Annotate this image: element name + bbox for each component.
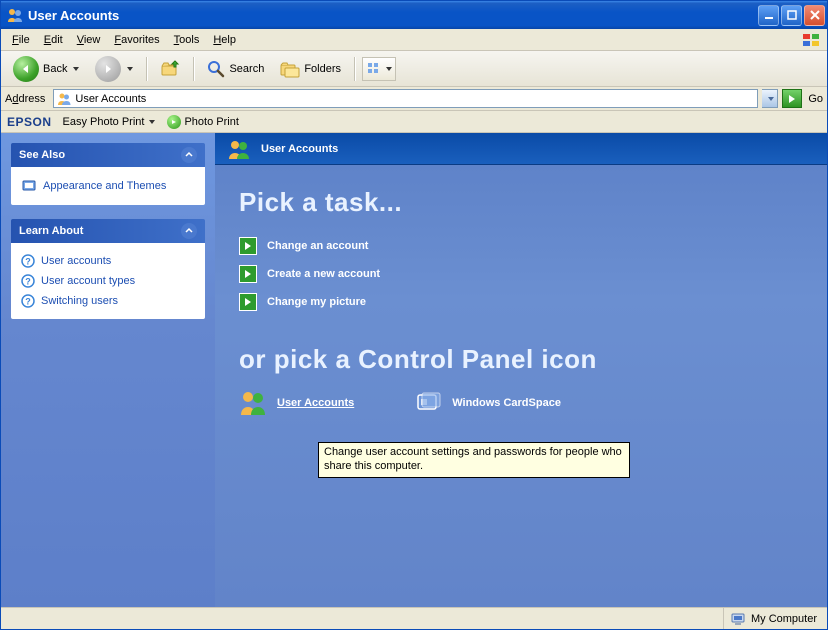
menu-tools[interactable]: Tools	[167, 32, 207, 48]
epson-toolbar: EPSON Easy Photo Print Photo Print	[1, 111, 827, 133]
pick-task-heading: Pick a task...	[239, 187, 803, 218]
learn-about-title: Learn About	[19, 225, 83, 237]
menu-help[interactable]: Help	[206, 32, 243, 48]
go-button[interactable]	[782, 89, 802, 108]
collapse-icon	[181, 223, 197, 239]
sidebar: See Also Appearance and Themes Learn Abo…	[1, 133, 215, 607]
cp-user-accounts[interactable]: User Accounts	[239, 389, 354, 417]
task-label: Change an account	[267, 240, 368, 252]
user-accounts-icon	[239, 389, 267, 417]
main-header: User Accounts	[215, 133, 827, 165]
task-label: Change my picture	[267, 296, 366, 308]
menubar: File Edit View Favorites Tools Help	[1, 29, 827, 51]
help-icon: ?	[21, 294, 35, 308]
search-icon	[207, 60, 225, 78]
go-label: Go	[808, 93, 823, 105]
menu-view[interactable]: View	[70, 32, 108, 48]
minimize-button[interactable]	[758, 5, 779, 26]
task-change-account[interactable]: Change an account	[239, 232, 803, 260]
search-label: Search	[229, 63, 264, 75]
my-computer-icon	[730, 611, 746, 627]
or-pick-heading: or pick a Control Panel icon	[239, 344, 803, 375]
back-label: Back	[43, 63, 67, 75]
address-label: Address	[5, 93, 45, 105]
collapse-icon	[181, 147, 197, 163]
address-icon	[57, 92, 71, 106]
up-button[interactable]	[154, 56, 186, 82]
windows-flag-icon	[801, 32, 823, 48]
see-also-panel: See Also Appearance and Themes	[11, 143, 205, 205]
folders-button[interactable]: Folders	[274, 56, 347, 82]
learn-link-label: User account types	[41, 275, 135, 287]
cp-item-label: Windows CardSpace	[452, 397, 561, 409]
folder-up-icon	[160, 60, 180, 78]
arrow-icon	[239, 265, 257, 283]
learn-user-accounts[interactable]: ? User accounts	[21, 251, 195, 271]
easy-photo-label: Easy Photo Print	[63, 116, 145, 128]
menu-edit[interactable]: Edit	[37, 32, 70, 48]
views-caret	[386, 67, 392, 71]
address-value: User Accounts	[75, 93, 146, 105]
appearance-themes-label: Appearance and Themes	[43, 180, 166, 192]
help-icon: ?	[21, 254, 35, 268]
appearance-icon	[21, 178, 37, 194]
back-icon	[13, 56, 39, 82]
learn-user-account-types[interactable]: ? User account types	[21, 271, 195, 291]
toolbar: Back Search Folders	[1, 51, 827, 87]
forward-dropdown-caret[interactable]	[127, 67, 133, 71]
task-change-picture[interactable]: Change my picture	[239, 288, 803, 316]
task-create-account[interactable]: Create a new account	[239, 260, 803, 288]
cp-windows-cardspace[interactable]: Windows CardSpace	[414, 389, 561, 417]
back-button[interactable]: Back	[7, 52, 85, 86]
learn-switching-users[interactable]: ? Switching users	[21, 291, 195, 311]
task-label: Create a new account	[267, 268, 380, 280]
svg-text:?: ?	[25, 297, 31, 307]
content-row: See Also Appearance and Themes Learn Abo…	[1, 133, 827, 607]
forward-icon	[95, 56, 121, 82]
easy-photo-print-button[interactable]: Easy Photo Print	[58, 114, 161, 130]
learn-link-label: Switching users	[41, 295, 118, 307]
addressbar: Address User Accounts Go	[1, 87, 827, 111]
appearance-themes-link[interactable]: Appearance and Themes	[21, 175, 195, 197]
maximize-button[interactable]	[781, 5, 802, 26]
window-frame: User Accounts File Edit View Favorites T…	[0, 0, 828, 630]
learn-about-header[interactable]: Learn About	[11, 219, 205, 243]
back-dropdown-caret[interactable]	[73, 67, 79, 71]
help-icon: ?	[21, 274, 35, 288]
status-location: My Computer	[751, 613, 817, 625]
close-button[interactable]	[804, 5, 825, 26]
window-title: User Accounts	[28, 8, 119, 23]
learn-link-label: User accounts	[41, 255, 111, 267]
learn-about-panel: Learn About ? User accounts ? User accou…	[11, 219, 205, 319]
tooltip: Change user account settings and passwor…	[318, 442, 630, 478]
menu-file[interactable]: File	[5, 32, 37, 48]
views-button[interactable]	[362, 57, 396, 81]
user-accounts-icon	[7, 7, 23, 23]
folders-icon	[280, 60, 300, 78]
search-button[interactable]: Search	[201, 56, 270, 82]
forward-button[interactable]	[89, 52, 139, 86]
see-also-title: See Also	[19, 149, 65, 161]
address-dropdown[interactable]	[762, 89, 778, 108]
titlebar: User Accounts	[1, 1, 827, 29]
photo-print-label: Photo Print	[184, 116, 238, 128]
views-icon	[367, 62, 381, 76]
main-panel: User Accounts Pick a task... Change an a…	[215, 133, 827, 607]
folders-label: Folders	[304, 63, 341, 75]
epson-logo: EPSON	[7, 115, 52, 129]
address-field[interactable]: User Accounts	[53, 89, 758, 108]
svg-text:?: ?	[25, 277, 31, 287]
photo-print-icon	[167, 115, 181, 129]
main-header-title: User Accounts	[261, 143, 338, 155]
see-also-header[interactable]: See Also	[11, 143, 205, 167]
photo-print-button[interactable]: Photo Print	[162, 113, 243, 131]
arrow-icon	[239, 237, 257, 255]
arrow-icon	[239, 293, 257, 311]
user-accounts-header-icon	[227, 139, 251, 159]
svg-text:?: ?	[25, 257, 31, 267]
cp-item-label: User Accounts	[277, 397, 354, 409]
cardspace-icon	[414, 389, 442, 417]
menu-favorites[interactable]: Favorites	[107, 32, 166, 48]
statusbar: My Computer	[1, 607, 827, 629]
